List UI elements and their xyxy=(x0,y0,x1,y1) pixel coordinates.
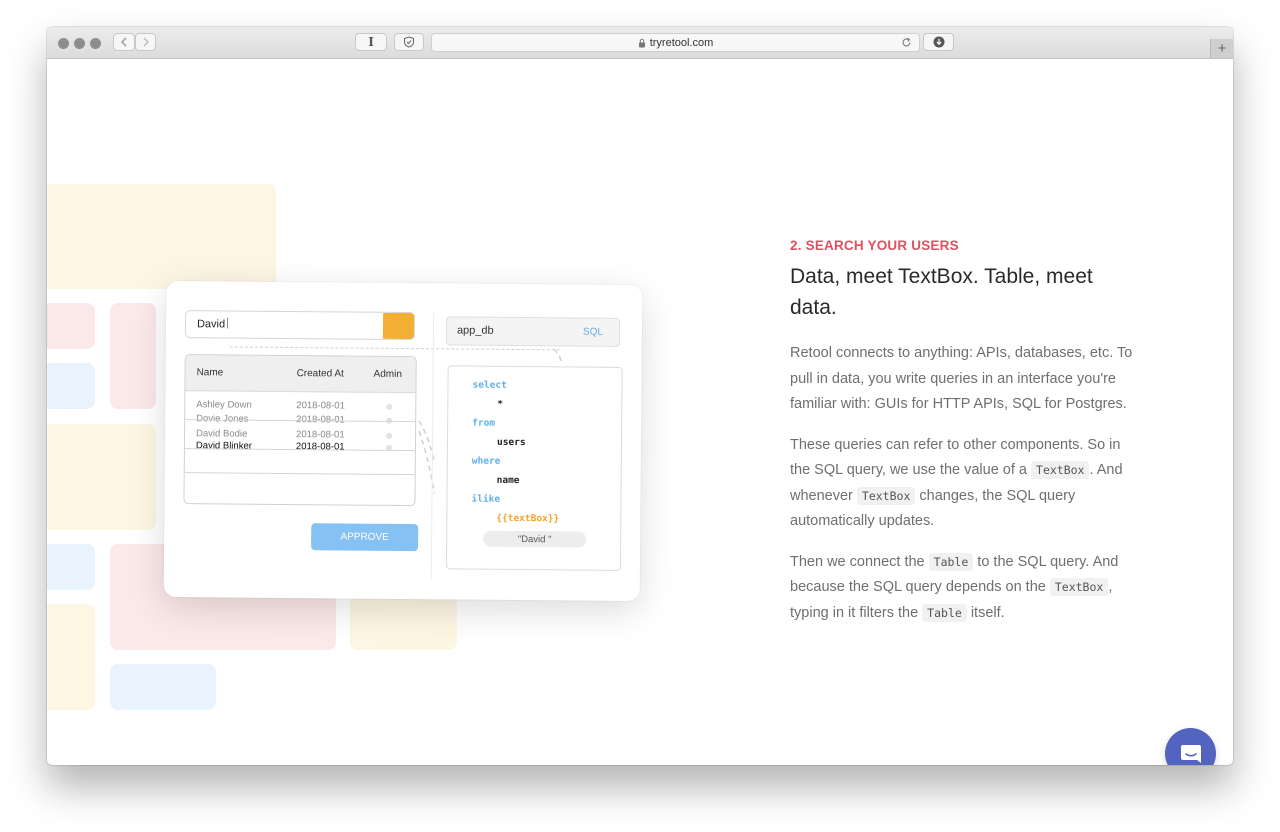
sql-token: name xyxy=(496,474,520,487)
resource-name: app_db xyxy=(456,324,494,337)
cell-created: 2018-08-01 xyxy=(296,429,345,441)
textbox-accent xyxy=(382,312,415,340)
cell-created: 2018-08-01 xyxy=(296,400,345,412)
sql-keyword: ilike xyxy=(471,493,501,505)
column-header-name: Name xyxy=(196,367,224,379)
search-textbox[interactable]: David xyxy=(184,310,416,341)
reader-icon: I xyxy=(368,35,374,49)
table-row[interactable]: Ashley Down 2018-08-01 xyxy=(185,399,415,411)
paragraph-table: Then we connect the Table to the SQL que… xyxy=(790,552,1119,622)
download-icon xyxy=(933,36,944,48)
column-header-created: Created At xyxy=(296,368,344,380)
inline-code: TextBox xyxy=(856,486,916,505)
text-cursor xyxy=(227,317,229,329)
page-content: David Name Created At Admin Ashley Down … xyxy=(47,58,1233,765)
panel-divider xyxy=(430,313,435,580)
zoom-window-button[interactable] xyxy=(90,38,101,49)
new-tab-button[interactable]: + xyxy=(1210,39,1233,58)
table-row-selected[interactable]: David Blinker 2018-08-01 xyxy=(185,440,415,452)
chat-launcher-button[interactable] xyxy=(1165,728,1216,765)
cell-created: 2018-08-01 xyxy=(295,441,345,453)
query-mode-label: SQL xyxy=(582,326,604,338)
chat-icon xyxy=(1180,744,1201,763)
close-window-button[interactable] xyxy=(58,38,69,49)
forward-button[interactable] xyxy=(135,33,156,51)
inline-code: TextBox xyxy=(1031,461,1090,479)
template-preview-pill: "David " xyxy=(483,530,587,548)
browser-window: I tryretool.com + David Name Created At … xyxy=(47,27,1233,765)
resource-selector[interactable]: app_db SQL xyxy=(445,316,621,347)
section-eyebrow: 2. SEARCH YOUR USERS xyxy=(790,238,959,253)
privacy-button[interactable] xyxy=(394,33,424,51)
sql-token: users xyxy=(496,436,526,449)
admin-dot xyxy=(386,432,393,439)
sql-keyword: select xyxy=(472,379,507,391)
reload-icon[interactable] xyxy=(901,37,912,48)
address-bar[interactable]: tryretool.com xyxy=(431,33,920,52)
browser-toolbar: I tryretool.com + xyxy=(47,27,1233,59)
inline-code: Table xyxy=(928,552,974,571)
users-table: Name Created At Admin Ashley Down 2018-0… xyxy=(183,354,417,507)
dashed-connector xyxy=(229,346,560,351)
approve-button[interactable]: APPROVE xyxy=(311,523,419,552)
cell-name: David Blinker xyxy=(195,440,252,452)
reader-button[interactable]: I xyxy=(355,33,387,51)
inline-code: Table xyxy=(922,603,967,622)
chevron-right-icon xyxy=(143,37,149,47)
sql-editor[interactable]: select * from users where name ilike {{t… xyxy=(445,365,623,571)
table-row[interactable]: David Bodie 2018-08-01 xyxy=(185,428,415,440)
lock-icon xyxy=(638,38,645,47)
sql-keyword: where xyxy=(471,455,501,467)
sql-token: * xyxy=(497,398,504,410)
minimize-window-button[interactable] xyxy=(74,38,85,49)
url-text: tryretool.com xyxy=(649,36,714,49)
column-header-admin: Admin xyxy=(373,368,402,380)
chevron-left-icon xyxy=(121,37,127,47)
table-header: Name Created At Admin xyxy=(185,355,416,394)
sql-template: {{textBox}} xyxy=(496,512,560,525)
paragraph-intro: Retool connects to anything: APIs, datab… xyxy=(790,345,1133,412)
section-headline: Data, meet TextBox. Table, meet data. xyxy=(790,265,1093,319)
back-button[interactable] xyxy=(113,33,135,51)
admin-dot xyxy=(386,403,393,410)
inline-code: TextBox xyxy=(1049,578,1109,596)
shield-icon xyxy=(404,36,414,48)
sql-keyword: from xyxy=(472,417,496,429)
paragraph-components: These queries can refer to other compone… xyxy=(790,436,1123,530)
cell-name: Ashley Down xyxy=(196,399,252,411)
app-builder-illustration: David Name Created At Admin Ashley Down … xyxy=(163,280,643,602)
feature-description: 2. SEARCH YOUR USERS Data, meet TextBox.… xyxy=(790,238,1136,626)
cell-name: David Bodie xyxy=(196,428,248,440)
textbox-value: David xyxy=(196,318,226,331)
plus-icon: + xyxy=(1217,40,1227,57)
downloads-button[interactable] xyxy=(923,33,954,51)
table-row[interactable]: Dovie Jones 2018-08-01 xyxy=(185,413,415,425)
